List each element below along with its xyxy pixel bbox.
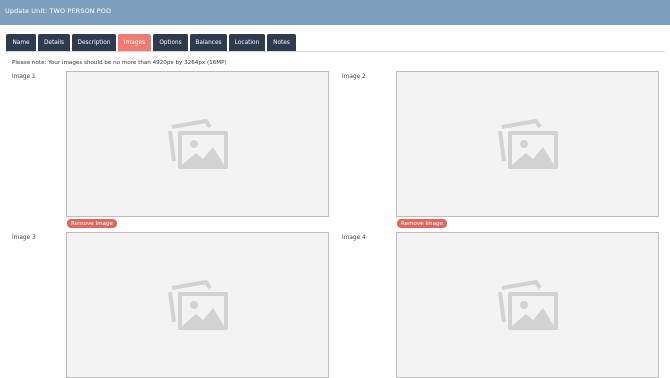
tab-description[interactable]: Description (72, 34, 116, 51)
remove-image-1-button[interactable]: Remove Image (67, 219, 117, 228)
tab-label: Name (12, 39, 30, 46)
image-3-dropzone[interactable] (66, 232, 329, 378)
tab-images[interactable]: Images (118, 34, 151, 51)
tab-label: Description (77, 39, 111, 46)
tab-details[interactable]: Details (38, 34, 70, 51)
image-3-label: Image 3 (12, 235, 36, 241)
image-4-label: Image 4 (342, 235, 366, 241)
image-2-dropzone[interactable] (396, 71, 659, 217)
image-4-dropzone[interactable] (396, 232, 659, 378)
image-1-label: Image 1 (12, 74, 36, 80)
tab-bar: Name Details Description Images Options … (6, 34, 296, 51)
tab-label: Balances (195, 39, 222, 46)
tab-label: Notes (273, 39, 290, 46)
image-placeholder-icon (167, 280, 228, 330)
image-placeholder-icon (497, 280, 558, 330)
tab-notes[interactable]: Notes (267, 34, 296, 51)
tab-location[interactable]: Location (229, 34, 265, 51)
tab-name[interactable]: Name (6, 34, 36, 51)
tab-label: Location (234, 39, 260, 46)
image-1-dropzone[interactable] (66, 71, 329, 217)
image-placeholder-icon (167, 119, 228, 169)
tab-label: Images (123, 39, 146, 46)
tab-balances[interactable]: Balances (190, 34, 227, 51)
tab-label: Details (43, 39, 65, 46)
tab-divider (6, 51, 665, 52)
tab-label: Options (159, 39, 182, 46)
tab-options[interactable]: Options (153, 34, 188, 51)
remove-image-2-button[interactable]: Remove Image (397, 219, 447, 228)
top-bar: Update Unit: TWO PERSON POD (0, 0, 670, 25)
image-2-label: Image 2 (342, 74, 366, 80)
image-size-note: Please note: Your images should be no mo… (12, 60, 227, 66)
page-title: Update Unit: TWO PERSON POD (5, 7, 112, 15)
image-placeholder-icon (497, 119, 558, 169)
